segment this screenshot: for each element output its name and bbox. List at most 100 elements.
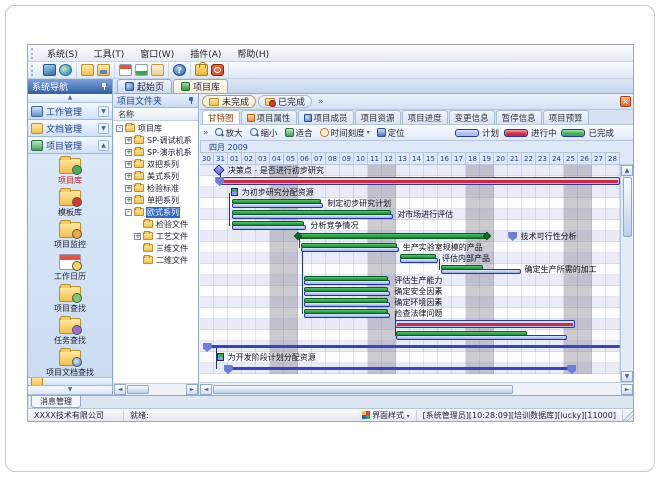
sidebar-item[interactable]: 项目查找 [28, 286, 112, 314]
task-bar[interactable] [304, 298, 391, 307]
baseline-bar[interactable] [227, 367, 573, 370]
scroll-thumb[interactable] [127, 385, 149, 394]
tree-node[interactable]: 二维文件 [114, 254, 198, 266]
globe-icon[interactable] [59, 64, 72, 76]
tree-column-header[interactable]: 名称 [114, 108, 198, 121]
folder-open-icon[interactable] [81, 64, 94, 76]
task-bar[interactable] [400, 254, 438, 263]
task-bar[interactable] [304, 276, 391, 285]
task-bar[interactable] [304, 287, 391, 296]
tree-node[interactable]: +SP-演示机系 [114, 146, 198, 158]
sidebar-item[interactable]: 模板库 [28, 190, 112, 218]
toolbar-overflow-chevron[interactable]: » [203, 128, 209, 138]
detail-tab[interactable]: 变更信息 [449, 110, 495, 124]
nav-group-collapsed[interactable] [28, 377, 112, 386]
menu-item[interactable]: 插件(A) [182, 46, 229, 61]
view-tab[interactable]: 未完成 [202, 95, 256, 108]
document-tab[interactable]: 起始页 [117, 79, 172, 93]
scroll-right-icon[interactable]: ► [621, 384, 633, 395]
expand-icon[interactable]: + [125, 161, 132, 168]
scroll-left-icon[interactable]: ◄ [114, 384, 126, 395]
tree-node[interactable]: -项目库 [114, 122, 198, 134]
tool-button[interactable]: 缩小 [250, 127, 278, 139]
resize-grip[interactable] [623, 410, 633, 421]
expand-icon[interactable]: + [125, 197, 132, 204]
tool-button[interactable]: 时间刻度▾ [320, 127, 370, 139]
tree-node[interactable]: +SP-调试机系 [114, 134, 198, 146]
tool-button[interactable]: 定位 [377, 127, 405, 139]
pin-icon[interactable] [188, 97, 195, 104]
scroll-thumb[interactable] [213, 385, 513, 394]
nav-scroll-up[interactable]: ▲ [28, 94, 112, 103]
chevron-down-icon[interactable]: ▼ [98, 123, 109, 134]
detail-tab[interactable]: 项目预算 [543, 110, 589, 124]
detail-tab[interactable]: 项目属性 [241, 110, 297, 124]
scroll-left-icon[interactable]: ◄ [200, 384, 212, 395]
lock-icon[interactable] [195, 64, 208, 76]
task-bar[interactable] [232, 210, 393, 219]
assignment-icon[interactable] [231, 188, 238, 196]
task-bar[interactable] [232, 221, 306, 230]
summary-bar-inprogress[interactable] [395, 320, 576, 328]
expand-icon[interactable]: + [125, 149, 132, 156]
summary-bar-complete[interactable] [298, 233, 487, 239]
task-bar[interactable] [304, 309, 391, 318]
tree-hscrollbar[interactable]: ◄ ► [114, 383, 198, 395]
task-bar[interactable] [301, 243, 399, 252]
menu-item[interactable]: 窗口(W) [132, 46, 182, 61]
task-bar[interactable] [441, 265, 521, 274]
menu-item[interactable]: 系统(S) [39, 46, 86, 61]
assignment-icon[interactable] [217, 353, 224, 361]
sidebar-item[interactable]: 工作日历 [28, 254, 112, 282]
help-icon[interactable] [173, 64, 186, 76]
summary-bar-inprogress[interactable] [218, 177, 620, 185]
menu-item[interactable]: 帮助(H) [229, 46, 277, 61]
nav-scroll-down[interactable]: ▼ [28, 386, 112, 395]
tree-node[interactable]: +检验标准 [114, 182, 198, 194]
stop-icon[interactable] [211, 64, 224, 76]
tree-node[interactable]: 检验文件 [114, 218, 198, 230]
tree-node[interactable]: +美式系列 [114, 170, 198, 182]
expand-icon[interactable]: + [134, 233, 141, 240]
detail-tab[interactable]: 项目成员 [298, 110, 354, 124]
chevron-down-icon[interactable]: ▼ [98, 106, 109, 117]
scroll-down-icon[interactable]: ▼ [621, 371, 633, 382]
style-button[interactable]: 界面样式 ▾ [356, 410, 417, 421]
sidebar-item[interactable]: 任务查找 [28, 318, 112, 346]
sidebar-item[interactable]: 项目库 [28, 158, 112, 186]
nav-group-header[interactable]: 文档管理▼ [28, 120, 112, 137]
tab-message-management[interactable]: 消息管理 [31, 396, 81, 408]
monitor-icon[interactable] [43, 64, 56, 76]
pin-icon[interactable] [101, 83, 108, 90]
gantt-vscrollbar[interactable]: ▲ ▼ [620, 165, 633, 382]
nav-group-header[interactable]: 项目管理▲ [28, 137, 112, 154]
tool-button[interactable]: 放大 [215, 127, 243, 139]
detail-tab[interactable]: 甘特图 [202, 110, 240, 124]
menu-item[interactable]: 工具(T) [86, 46, 133, 61]
calendar-icon[interactable] [119, 64, 132, 76]
baseline-bar[interactable] [206, 345, 620, 348]
task-bar[interactable] [396, 331, 567, 340]
folder-save-icon[interactable] [97, 64, 110, 76]
expand-icon[interactable]: + [125, 137, 132, 144]
overflow-chevron[interactable]: » [314, 97, 328, 107]
tree-node[interactable]: +工艺文件 [114, 230, 198, 242]
sidebar-item[interactable]: 项目监控 [28, 222, 112, 250]
expand-icon[interactable]: + [125, 185, 132, 192]
report-icon[interactable] [151, 64, 164, 76]
detail-tab[interactable]: 项目进度 [402, 110, 448, 124]
gantt-hscrollbar[interactable]: ◄ ► [200, 382, 633, 395]
chevron-up-icon[interactable]: ▲ [98, 140, 109, 151]
nav-group-header[interactable]: 工作管理▼ [28, 103, 112, 120]
tree-node[interactable]: +双把系列 [114, 158, 198, 170]
expand-icon[interactable]: + [125, 173, 132, 180]
document-tab[interactable]: 项目库 [173, 79, 228, 93]
scroll-thumb[interactable] [623, 177, 632, 237]
detail-tab[interactable]: 暂停信息 [496, 110, 542, 124]
chart-icon[interactable] [135, 64, 148, 76]
task-bar[interactable] [232, 199, 323, 208]
collapse-icon[interactable]: - [125, 209, 132, 216]
scroll-up-icon[interactable]: ▲ [621, 165, 633, 176]
view-tab[interactable]: 已完成 [258, 95, 312, 108]
tool-button[interactable]: 适合 [285, 127, 313, 139]
